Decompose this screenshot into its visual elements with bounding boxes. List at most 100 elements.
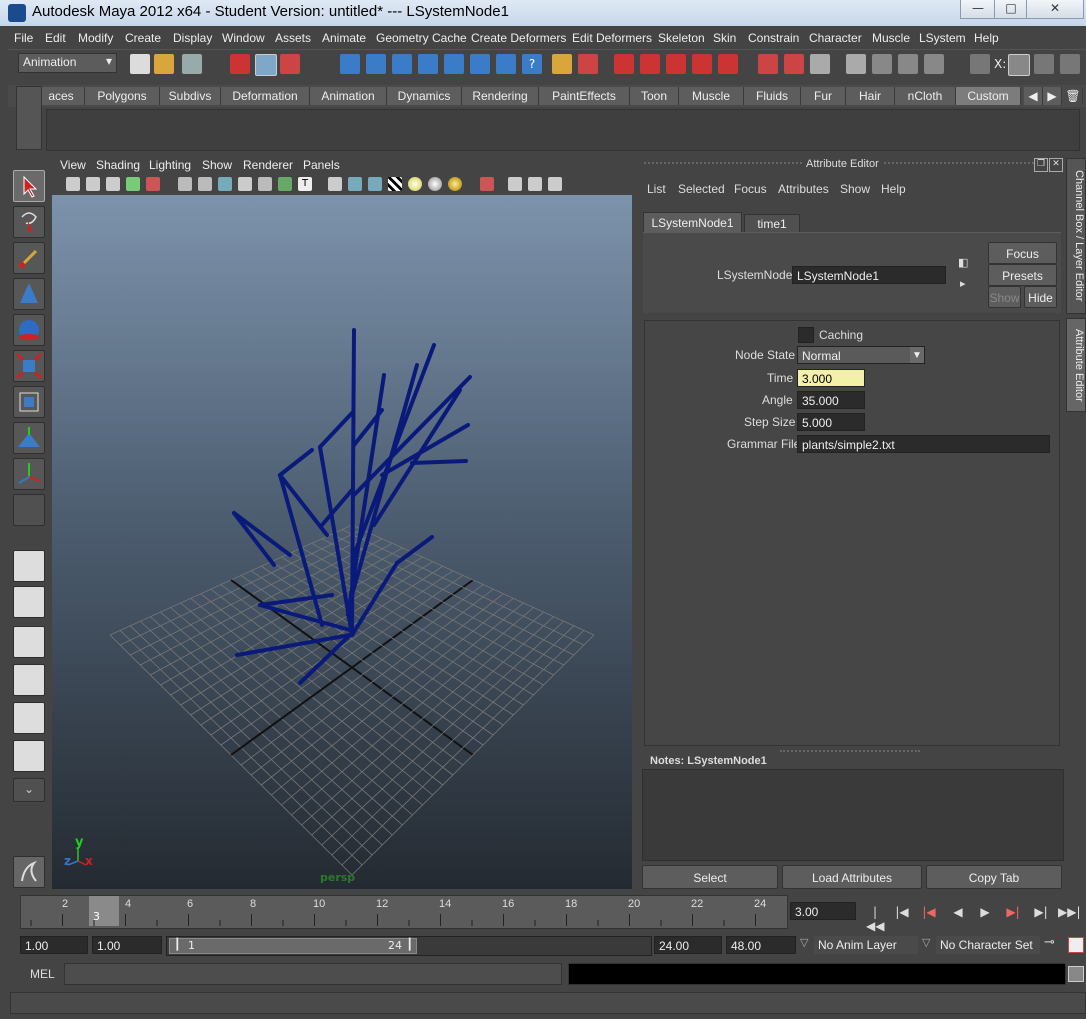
channel-box-toggle-icon[interactable]: [1060, 54, 1080, 74]
save-scene-icon[interactable]: [182, 54, 202, 74]
outliner-persp-layout-icon[interactable]: [13, 626, 45, 658]
ae-menu-show[interactable]: Show: [840, 182, 870, 196]
select-tool-icon[interactable]: [13, 170, 45, 202]
shelf-tab-hair[interactable]: Hair: [846, 87, 895, 105]
show-button[interactable]: Show: [988, 286, 1021, 308]
select-dynamic-icon[interactable]: [470, 54, 490, 74]
shelf-scroll-left-icon[interactable]: ◀: [1024, 87, 1043, 105]
shelf-tab-rendering[interactable]: Rendering: [462, 87, 539, 105]
perspective-viewport[interactable]: y z x persp: [52, 195, 632, 889]
select-misc-icon[interactable]: ?: [522, 54, 542, 74]
shelf-scroll-right-icon[interactable]: ▶: [1043, 87, 1062, 105]
viewport-menu-show[interactable]: Show: [202, 158, 232, 172]
menu-set-select[interactable]: Animation ▾: [18, 53, 117, 73]
select-hierarchy-icon[interactable]: [230, 54, 250, 74]
menu-skeleton[interactable]: Skeleton: [658, 31, 705, 45]
ae-menu-help[interactable]: Help: [881, 182, 906, 196]
shelf-tab-surfaces[interactable]: aces: [38, 87, 85, 105]
viewport-menu-panels[interactable]: Panels: [303, 158, 340, 172]
node-state-select[interactable]: Normal ▼: [797, 346, 925, 364]
checker-icon[interactable]: [388, 177, 402, 191]
viewport-settings-icon[interactable]: [548, 177, 562, 191]
safe-action-icon[interactable]: [528, 177, 542, 191]
menu-skin[interactable]: Skin: [713, 31, 736, 45]
node-name-field[interactable]: LSystemNode1: [792, 266, 946, 284]
attribute-editor-toggle-icon[interactable]: [1008, 54, 1030, 76]
shelf-menu-handle[interactable]: [16, 86, 42, 150]
notes-splitter[interactable]: [780, 750, 920, 756]
hide-button[interactable]: Hide: [1024, 286, 1057, 308]
go-to-end-icon[interactable]: ▶▶|: [1058, 905, 1081, 921]
menu-animate[interactable]: Animate: [322, 31, 366, 45]
shelf-tab-animation[interactable]: Animation: [310, 87, 387, 105]
range-slider-handle[interactable]: ┃ 1 24 ┃: [169, 938, 417, 954]
shelf-tab-ncloth[interactable]: nCloth: [895, 87, 956, 105]
character-set-chevron-icon[interactable]: ▽: [922, 936, 930, 949]
snap-curve-icon[interactable]: [640, 54, 660, 74]
lock-selection-icon[interactable]: [552, 54, 572, 74]
new-scene-icon[interactable]: [130, 54, 150, 74]
step-forward-key-icon[interactable]: ▶|: [1004, 905, 1022, 921]
trash-icon[interactable]: 🗑: [1064, 87, 1083, 105]
outliner-graph-layout-icon[interactable]: [13, 740, 45, 772]
attribute-editor-side-tab[interactable]: Attribute Editor: [1066, 318, 1086, 412]
menu-constrain[interactable]: Constrain: [748, 31, 799, 45]
shelf-tab-muscle[interactable]: Muscle: [679, 87, 744, 105]
bookmarks-icon[interactable]: [106, 177, 120, 191]
snap-grid-icon[interactable]: [614, 54, 634, 74]
last-tool-icon[interactable]: [13, 494, 45, 526]
shelf-tab-fur[interactable]: Fur: [801, 87, 846, 105]
auto-key-icon[interactable]: ⊸: [1044, 935, 1055, 950]
four-pane-layout-icon[interactable]: [13, 586, 45, 618]
single-pane-layout-icon[interactable]: [13, 550, 45, 582]
camera-attributes-icon[interactable]: [86, 177, 100, 191]
step-back-key-icon[interactable]: |◀: [920, 905, 938, 921]
viewport-menu-renderer[interactable]: Renderer: [243, 158, 293, 172]
shelf-tab-deformation[interactable]: Deformation: [221, 87, 310, 105]
layout-menu-chevron-icon[interactable]: ⌄: [13, 778, 45, 802]
menu-assets[interactable]: Assets: [275, 31, 311, 45]
resolution-gate-icon[interactable]: T: [298, 177, 312, 191]
select-joint-icon[interactable]: [366, 54, 386, 74]
maximize-icon[interactable]: □: [994, 0, 1028, 19]
step-forward-frame-icon[interactable]: ▶|: [1032, 905, 1050, 921]
viewport-menu-view[interactable]: View: [60, 158, 86, 172]
two-d-pan-icon[interactable]: [146, 177, 160, 191]
make-live-icon[interactable]: [718, 54, 738, 74]
select-button[interactable]: Select: [642, 865, 778, 889]
hud-toggle-icon[interactable]: [480, 177, 494, 191]
select-render-icon[interactable]: [496, 54, 516, 74]
input-connection-icon[interactable]: ◧: [958, 256, 974, 270]
lasso-tool-icon[interactable]: [13, 206, 45, 238]
anim-layer-chevron-icon[interactable]: ▽: [800, 936, 808, 949]
range-slider[interactable]: ┃ 1 24 ┃: [166, 936, 652, 956]
character-set-select[interactable]: No Character Set: [936, 936, 1040, 954]
xray-icon[interactable]: [258, 177, 272, 191]
caching-checkbox[interactable]: [798, 327, 814, 343]
playback-start-field[interactable]: 1.00: [92, 936, 162, 954]
menu-geometry-cache[interactable]: Geometry Cache: [376, 31, 467, 45]
ae-menu-focus[interactable]: Focus: [734, 182, 767, 196]
menu-muscle[interactable]: Muscle: [872, 31, 910, 45]
hypershade-layout-icon[interactable]: [13, 702, 45, 734]
select-component-icon[interactable]: [280, 54, 300, 74]
float-panel-icon[interactable]: ❐: [1034, 158, 1048, 172]
current-time-field[interactable]: 3.00: [790, 902, 856, 920]
step-size-field[interactable]: 5.000: [797, 413, 865, 431]
default-lighting-icon[interactable]: [408, 177, 422, 191]
copy-tab-button[interactable]: Copy Tab: [926, 865, 1062, 889]
play-forwards-icon[interactable]: ▶: [976, 905, 994, 921]
rotate-tool-icon[interactable]: [13, 314, 45, 346]
select-curve-icon[interactable]: [392, 54, 412, 74]
wireframe-on-shaded-icon[interactable]: [238, 177, 252, 191]
snap-view-plane-icon[interactable]: [692, 54, 712, 74]
angle-field[interactable]: 35.000: [797, 391, 865, 409]
mel-label[interactable]: MEL: [30, 967, 55, 981]
snap-point-icon[interactable]: [666, 54, 686, 74]
select-handle-icon[interactable]: [340, 54, 360, 74]
construction-history-icon[interactable]: [810, 54, 830, 74]
select-camera-icon[interactable]: [66, 177, 80, 191]
shelf-tab-subdivs[interactable]: Subdivs: [160, 87, 221, 105]
transform-input-icon[interactable]: [970, 54, 990, 74]
textured-icon[interactable]: [278, 177, 292, 191]
